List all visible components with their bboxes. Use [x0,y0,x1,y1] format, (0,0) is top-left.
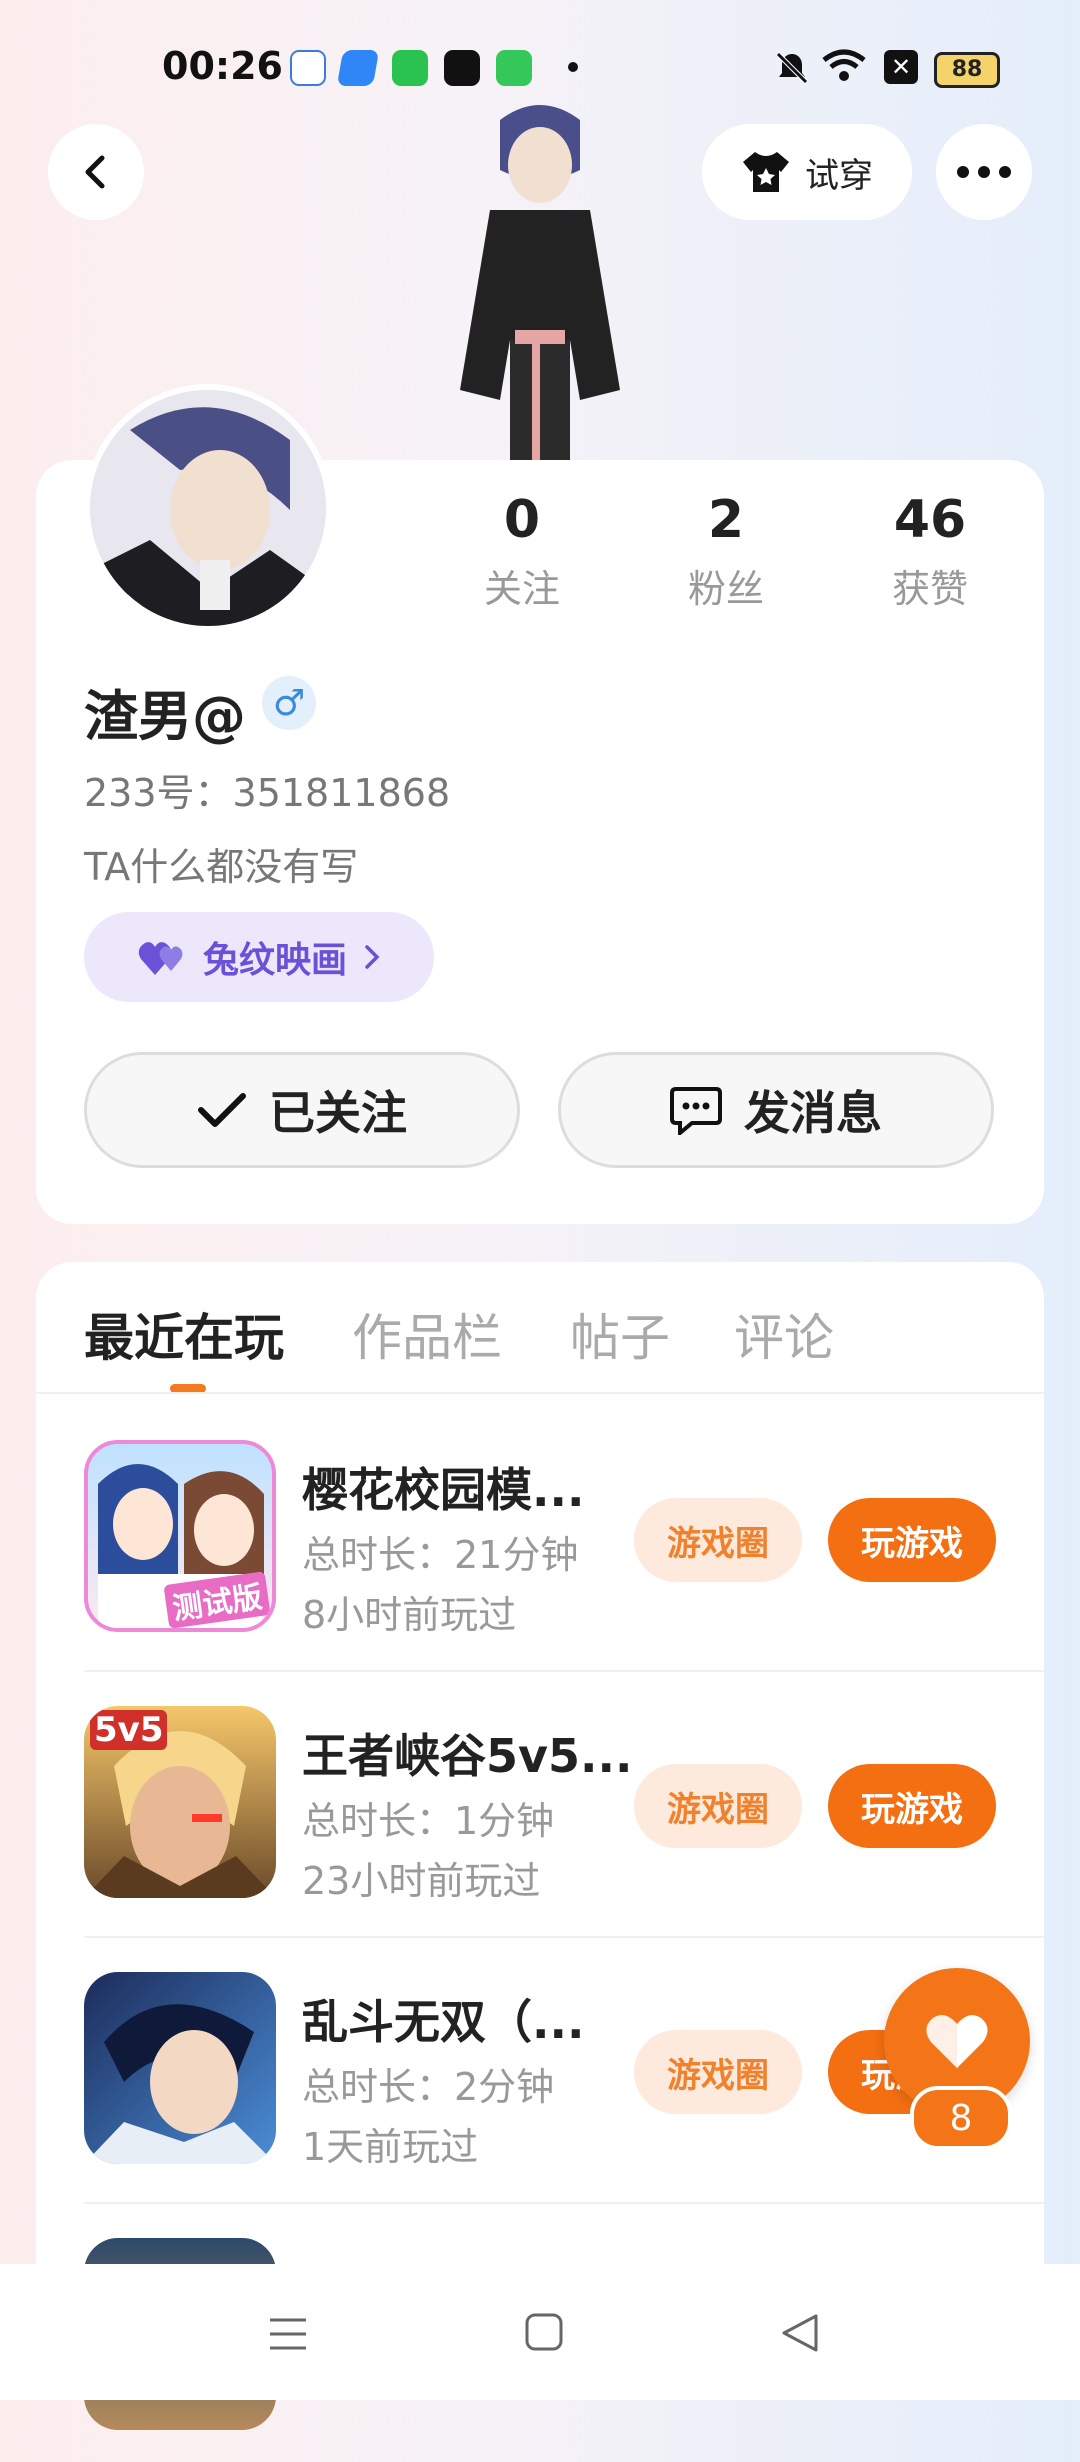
heart-icon [926,2015,988,2068]
game-title: 王者峡谷5v5... [302,1729,633,1783]
tab-comments[interactable]: 评论 [734,1298,834,1370]
profile-tag-button[interactable]: 兔纹映画 [84,912,434,1002]
5v5-badge: 5v5 [90,1710,168,1750]
stat-fans-label: 粉丝 [687,567,764,611]
tab-recently-played[interactable]: 最近在玩 [84,1298,284,1370]
game-last-played: 8小时前玩过 [302,1593,517,1637]
avatar-character-image [430,100,650,460]
game-duration: 总时长：1分钟 [302,1799,555,1843]
tab-works[interactable]: 作品栏 [352,1298,502,1370]
tab-posts[interactable]: 帖子 [570,1298,670,1370]
send-message-button[interactable]: 发消息 [558,1052,994,1168]
stat-following-count: 0 [503,490,541,550]
baidu-icon [290,50,326,86]
stat-fans[interactable]: 2 粉丝 [636,490,816,613]
game-icon-kings-canyon: 5v5 [84,1706,276,1898]
play-game-button[interactable]: 玩游戏 [828,1764,996,1848]
more-dots-icon [957,166,1011,178]
heart-pair-icon [138,942,183,975]
game-last-played: 1天前玩过 [302,2125,479,2169]
battery-icon: 88 [934,52,1000,88]
back-button[interactable] [48,124,144,220]
send-message-label: 发消息 [744,1086,882,1140]
male-gender-icon: ♂ [262,676,316,730]
play-game-button[interactable]: 玩游戏 [828,1498,996,1582]
app-blue-icon [336,50,380,86]
back-nav-icon[interactable] [780,2312,820,2358]
menu-nav-icon[interactable] [266,2314,310,2358]
followed-button[interactable]: 已关注 [84,1052,520,1168]
checkmark-icon [198,1093,246,1127]
game-circle-button[interactable]: 游戏圈 [634,1498,802,1582]
wifi-icon [822,48,866,88]
stat-following[interactable]: 0 关注 [432,490,612,613]
chevron-right-icon [365,945,380,969]
game-icon-sakura: 测试版 [84,1440,276,1632]
game-duration: 总时长：21分钟 [302,1533,579,1577]
stat-likes[interactable]: 46 获赞 [840,490,1020,613]
stat-likes-count: 46 [893,490,967,550]
status-time: 00:26 [162,44,283,88]
tab-divider [36,1392,1044,1394]
system-nav-bar [0,2264,1080,2400]
game-row[interactable]: 测试版 樱花校园模... 总时长：21分钟 8小时前玩过 游戏圈 玩游戏 [36,1400,1044,1664]
home-nav-icon[interactable] [524,2312,564,2356]
chat-bubble-icon [670,1087,722,1135]
game-circle-button[interactable]: 游戏圈 [634,1764,802,1848]
like-count-badge: 8 [910,2086,1012,2150]
game-title: 乱斗无双（... [302,1995,585,2049]
notification-dot-icon [568,62,578,72]
tiktok-icon [444,50,480,86]
profile-name: 渣男@ [84,685,246,748]
stat-likes-label: 获赞 [891,567,968,611]
profile-bio: TA什么都没有写 [84,845,359,889]
mute-bell-icon [772,48,812,92]
stat-fans-count: 2 [707,490,745,550]
game-circle-button[interactable]: 游戏圈 [634,2030,802,2114]
game-row[interactable]: 5v5 王者峡谷5v5... 总时长：1分钟 23小时前玩过 游戏圈 玩游戏 [36,1666,1044,1930]
chevron-left-icon [85,155,105,189]
try-on-button[interactable]: 试穿 [702,124,912,220]
followed-label: 已关注 [269,1086,407,1140]
iqiyi-icon [392,50,428,86]
more-button[interactable] [936,124,1032,220]
shirt-icon [743,152,789,192]
game-duration: 总时长：2分钟 [302,2065,555,2109]
stat-following-label: 关注 [483,567,560,611]
avatar[interactable] [84,384,332,632]
android-app-icon [496,50,532,86]
game-icon-chaos-brawl [84,1972,276,2164]
sim-x-icon: ✕ [884,50,918,84]
game-last-played: 23小时前玩过 [302,1859,541,1903]
profile-uid: 233号：351811868 [84,771,451,815]
profile-tag-label: 兔纹映画 [202,940,347,981]
game-title: 樱花校园模... [302,1463,585,1517]
try-on-label: 试穿 [805,155,873,196]
